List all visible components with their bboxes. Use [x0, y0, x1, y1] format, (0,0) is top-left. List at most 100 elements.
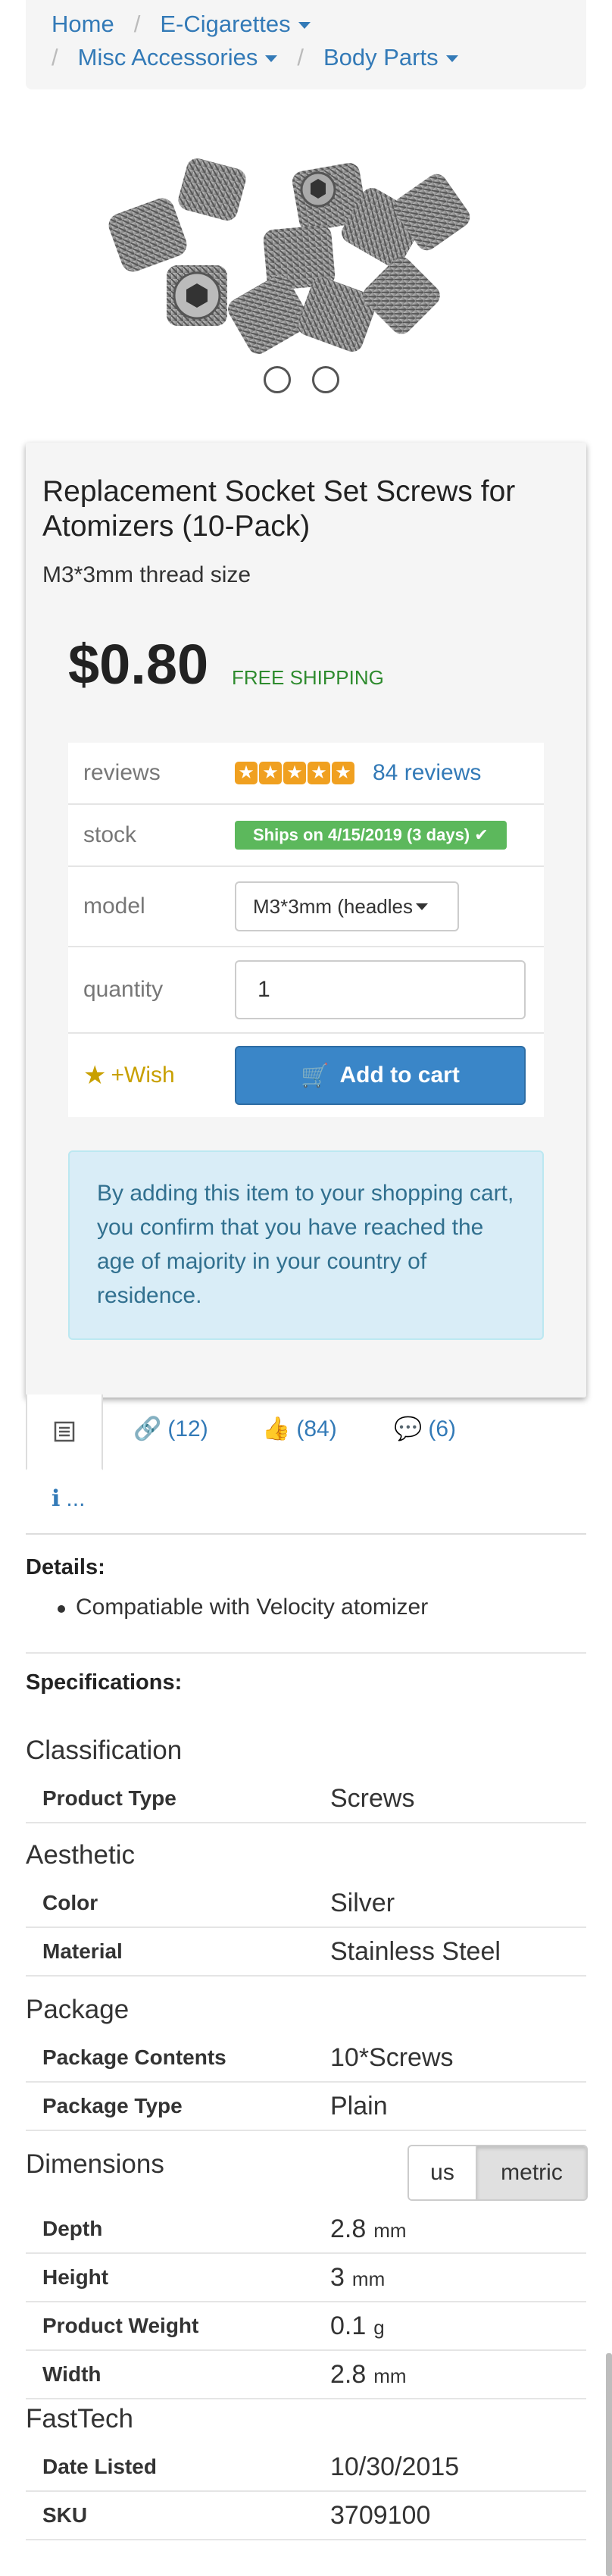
spec-value: 2.8 mm: [330, 2360, 407, 2390]
spec-row: Color Silver: [26, 1880, 586, 1928]
spec-unit: mm: [351, 2267, 386, 2290]
model-select-value: M3*3mm (headles: [253, 894, 413, 918]
spec-number: 3: [330, 2262, 345, 2292]
unit-toggle: us metric: [407, 2145, 588, 2201]
spec-row: Product Weight 0.1 g: [26, 2302, 586, 2351]
spec-group-title: FastTech: [26, 2404, 133, 2434]
spec-group-title: Classification: [26, 1736, 183, 1765]
spec-key: SKU: [42, 2503, 88, 2527]
product-image[interactable]: [98, 152, 507, 387]
unit-us-button[interactable]: us: [409, 2146, 477, 2199]
spec-value: Plain: [330, 2091, 388, 2121]
add-to-cart-button[interactable]: 🛒 Add to cart: [235, 1046, 526, 1105]
reviews-row: reviews ★ ★ ★ ★ ★ 84 reviews: [68, 743, 544, 805]
divider: [26, 1652, 586, 1654]
spec-row: SKU 3709100: [26, 2492, 586, 2540]
model-row: model M3*3mm (headles: [68, 867, 544, 947]
breadcrumb-home[interactable]: Home: [52, 8, 114, 41]
wish-button[interactable]: ★ +Wish: [83, 1060, 235, 1091]
reviews-label: reviews: [83, 760, 161, 785]
tab-likes[interactable]: 👍 (84): [262, 1416, 337, 1442]
add-to-cart-label: Add to cart: [339, 1063, 460, 1088]
spec-value: Stainless Steel: [330, 1936, 501, 1966]
breadcrumb-separator: /: [297, 44, 304, 70]
spec-key: Product Type: [42, 1786, 176, 1810]
star-icon: ★: [235, 762, 258, 784]
spec-value: 2.8 mm: [330, 2214, 407, 2244]
stock-label: stock: [83, 822, 137, 847]
details-label: Details:: [26, 1555, 105, 1579]
spec-group-title: Aesthetic: [26, 1840, 135, 1870]
unit-metric-button[interactable]: metric: [477, 2146, 586, 2199]
star-icon: ★: [332, 762, 354, 784]
spec-key: Width: [42, 2362, 101, 2386]
link-icon: 🔗: [133, 1416, 162, 1441]
spec-value: Silver: [330, 1888, 395, 1917]
breadcrumb-misc-accessories[interactable]: Misc Accessories: [78, 41, 278, 74]
spec-row: Date Listed 10/30/2015: [26, 2443, 586, 2492]
tab-comments-count: (6): [428, 1416, 457, 1441]
model-select[interactable]: M3*3mm (headles: [235, 881, 459, 931]
spec-row: Height 3 mm: [26, 2254, 586, 2302]
specifications-label: Specifications:: [26, 1670, 183, 1695]
product-subtitle: M3*3mm thread size: [42, 562, 251, 587]
spec-unit: mm: [373, 2218, 407, 2242]
carousel-dot[interactable]: [264, 366, 291, 393]
tab-likes-count: (84): [296, 1416, 337, 1441]
spec-row: Depth 2.8 mm: [26, 2205, 586, 2254]
screw: [363, 257, 440, 334]
spec-value: Screws: [330, 1783, 415, 1813]
breadcrumb-misc-accessories-label: Misc Accessories: [77, 44, 258, 70]
screw: [178, 158, 246, 221]
tab-links-count: (12): [167, 1416, 208, 1441]
model-label: model: [83, 894, 145, 919]
product-tabs: 🔗 (12) 👍 (84) 💬 (6) ℹ...: [26, 1394, 586, 1535]
cart-icon: 🛒: [301, 1063, 329, 1088]
spec-key: Material: [42, 1939, 123, 1963]
chevron-down-icon: [415, 903, 428, 910]
age-notice: By adding this item to your shopping car…: [68, 1150, 544, 1340]
chevron-down-icon: [265, 55, 278, 63]
spec-row: Package Type Plain: [26, 2083, 586, 2131]
quantity-input[interactable]: 1: [235, 960, 526, 1019]
spec-number: 0.1: [330, 2311, 367, 2340]
carousel-dot[interactable]: [312, 366, 339, 393]
star-icon: ★: [259, 762, 282, 784]
star-icon: ★: [308, 762, 330, 784]
spec-value: 3709100: [330, 2500, 431, 2530]
screw: [108, 198, 187, 272]
wish-label: +Wish: [111, 1063, 175, 1088]
tab-info-label: ...: [66, 1485, 86, 1511]
spec-number: 2.8: [330, 2359, 367, 2389]
spec-key: Package Type: [42, 2094, 183, 2117]
spec-group-title: Dimensions: [26, 2149, 164, 2179]
screw: [167, 265, 227, 326]
tab-info[interactable]: ℹ...: [52, 1485, 85, 1512]
stock-row: stock Ships on 4/15/2019 (3 days) ✔: [68, 805, 544, 867]
spec-key: Product Weight: [42, 2314, 199, 2337]
product-title: Replacement Socket Set Screws for Atomiz…: [42, 475, 516, 543]
spec-key: Date Listed: [42, 2455, 157, 2478]
thumbs-up-icon: 👍: [262, 1416, 291, 1441]
spec-value: 10/30/2015: [330, 2452, 460, 2481]
spec-group-title: Package: [26, 1995, 130, 2024]
spec-value: 3 mm: [330, 2263, 385, 2293]
details-bullet: Compatiable with Velocity atomizer: [57, 1595, 429, 1620]
spec-key: Depth: [42, 2217, 103, 2240]
scrollbar[interactable]: [606, 2353, 612, 2576]
spec-row: Package Contents 10*Screws: [26, 2034, 586, 2083]
breadcrumb-body-parts[interactable]: Body Parts: [323, 41, 458, 74]
spec-unit: mm: [373, 2364, 407, 2387]
tab-links[interactable]: 🔗 (12): [133, 1416, 208, 1442]
breadcrumb-body-parts-label: Body Parts: [323, 44, 439, 70]
spec-key: Height: [42, 2265, 109, 2289]
breadcrumb-e-cigarettes[interactable]: E-Cigarettes: [160, 8, 311, 41]
tab-comments[interactable]: 💬 (6): [394, 1416, 456, 1442]
stock-badge: Ships on 4/15/2019 (3 days) ✔: [235, 821, 507, 850]
spec-value: 10*Screws: [330, 2042, 454, 2072]
spec-row: Material Stainless Steel: [26, 1928, 586, 1977]
spec-value: 0.1 g: [330, 2312, 385, 2341]
reviews-link[interactable]: 84 reviews: [373, 760, 481, 786]
carousel-indicators: [264, 366, 339, 393]
tab-description[interactable]: [26, 1394, 103, 1470]
